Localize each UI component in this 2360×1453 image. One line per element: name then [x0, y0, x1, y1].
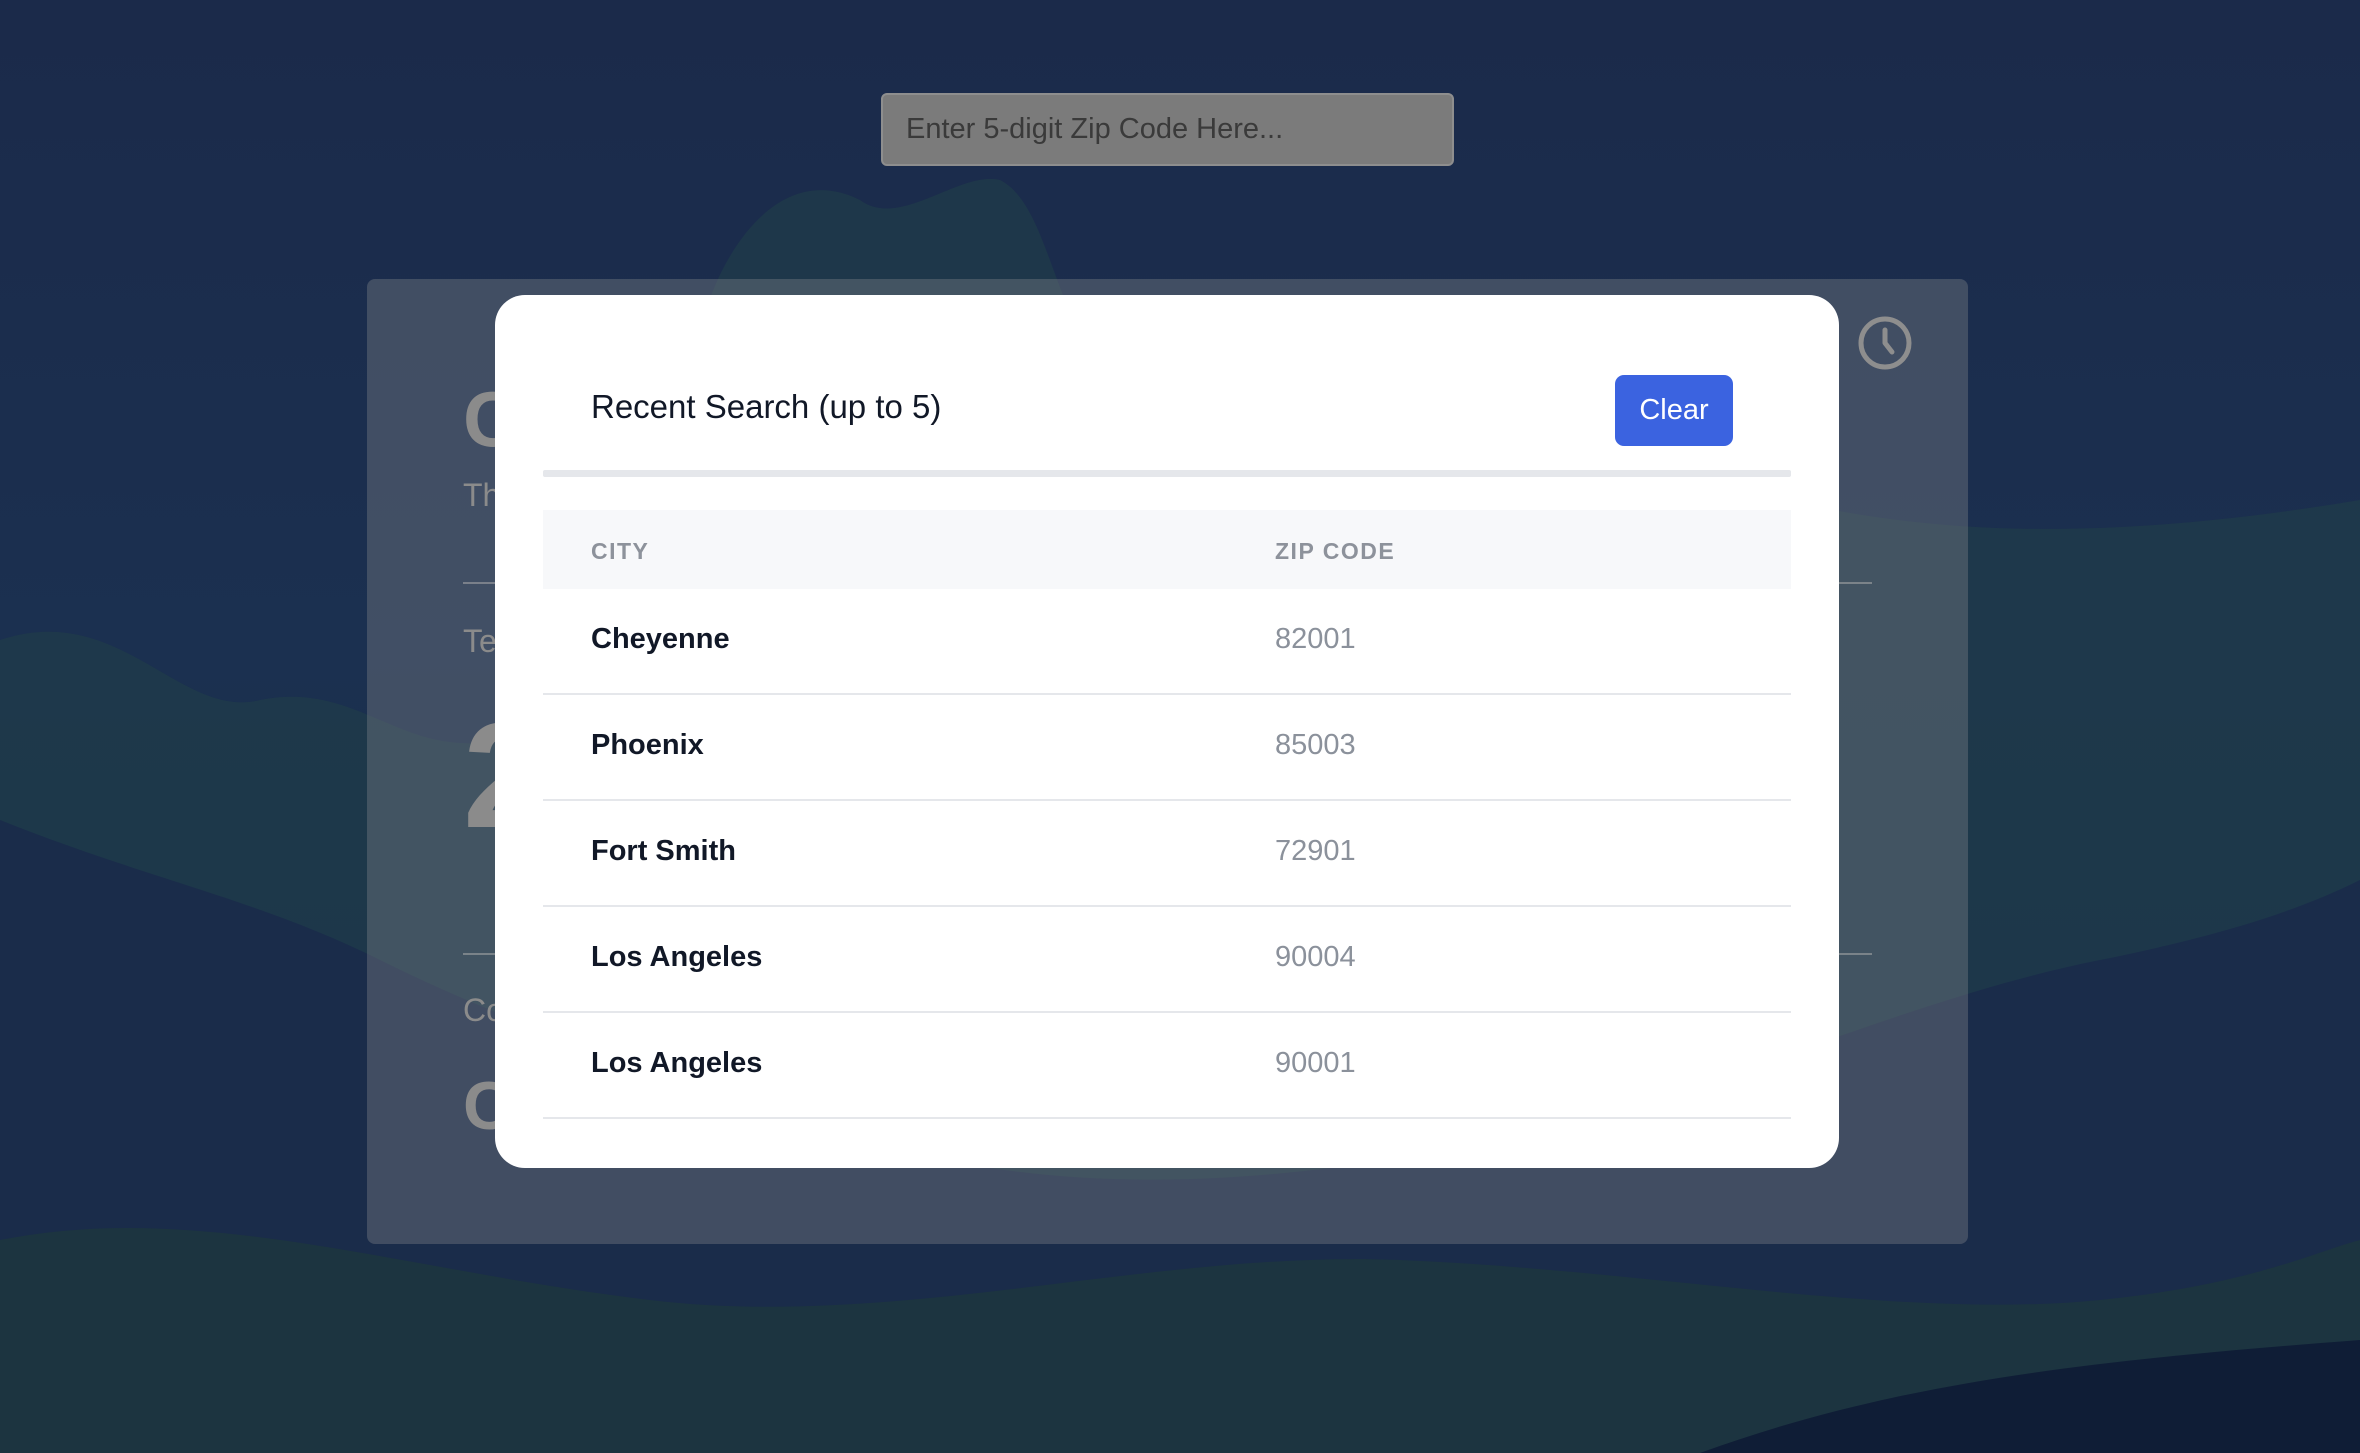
- row-city: Phoenix: [591, 729, 704, 761]
- row-zip: 85003: [1275, 729, 1356, 761]
- clear-button[interactable]: Clear: [1615, 375, 1733, 446]
- row-city: Fort Smith: [591, 835, 736, 867]
- table-row[interactable]: Fort Smith 72901: [543, 801, 1791, 907]
- row-city: Los Angeles: [591, 1047, 763, 1079]
- row-zip: 90001: [1275, 1047, 1356, 1079]
- recent-search-table: CITY ZIP CODE Cheyenne 82001 Phoenix 850…: [543, 510, 1791, 1119]
- table-row[interactable]: Los Angeles 90004: [543, 907, 1791, 1013]
- row-city: Cheyenne: [591, 623, 730, 655]
- column-header-city: CITY: [591, 538, 650, 564]
- row-zip: 82001: [1275, 623, 1356, 655]
- recent-search-modal: Recent Search (up to 5) Clear CITY ZIP C…: [495, 295, 1839, 1168]
- row-zip: 90004: [1275, 941, 1356, 973]
- column-header-zip: ZIP CODE: [1275, 538, 1396, 564]
- table-header: CITY ZIP CODE: [543, 510, 1791, 589]
- table-row[interactable]: Cheyenne 82001: [543, 589, 1791, 695]
- table-row[interactable]: Los Angeles 90001: [543, 1013, 1791, 1119]
- row-city: Los Angeles: [591, 941, 763, 973]
- modal-title: Recent Search (up to 5): [591, 388, 942, 425]
- modal-header-divider: [543, 470, 1791, 477]
- zip-code-input[interactable]: [881, 93, 1454, 166]
- table-row[interactable]: Phoenix 85003: [543, 695, 1791, 801]
- row-zip: 72901: [1275, 835, 1356, 867]
- clock-icon[interactable]: [1857, 315, 1913, 371]
